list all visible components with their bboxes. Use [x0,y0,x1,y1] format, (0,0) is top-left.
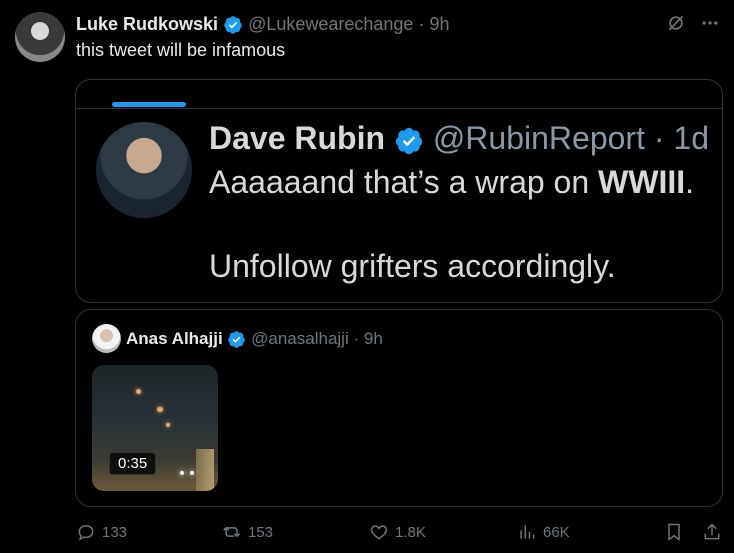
bookmark-button[interactable] [664,522,684,542]
screenshot-avatar [96,122,192,218]
views-count: 66K [543,523,570,541]
author-handle[interactable]: @Lukewearechange [248,14,413,34]
screenshot-name: Dave Rubin [209,120,386,156]
tweet-header: Luke Rudkowski @Lukewearechange · 9h [76,13,450,35]
image-divider [76,108,722,109]
quoted-tweet[interactable]: Anas Alhajji @anasalhajji · 9h 0:35 [75,309,723,507]
bookmark-icon [668,523,680,541]
tweet-time[interactable]: 9h [429,14,449,34]
reply-count: 133 [102,523,128,541]
image-tab-indicator [112,102,186,107]
screenshot-line1-prefix: Aaaaaand that’s a wrap on [209,164,599,200]
video-thumbnail[interactable]: 0:35 [92,365,218,491]
heart-icon [370,525,388,540]
share-button[interactable] [702,522,722,542]
tweet-text: this tweet will be infamous [76,40,286,60]
attached-image[interactable]: Dave Rubin @RubinReport · 1d Aaaaaand th… [75,79,723,303]
more-options-icon[interactable] [700,12,720,34]
video-streetlight-1 [180,471,184,475]
quote-avatar[interactable] [92,324,121,353]
screenshot-handle: @RubinReport [432,120,645,156]
screenshot-line2: Unfollow grifters accordingly. [209,248,616,284]
video-building [196,449,214,491]
video-streetlight-2 [190,471,194,475]
reply-button[interactable]: 133 [76,522,127,542]
like-count: 1.8K [395,523,426,541]
repost-icon [223,526,241,538]
screenshot-header: Dave Rubin @RubinReport · 1d [209,120,709,156]
top-right-actions [666,12,720,34]
quote-verified-icon [228,331,246,348]
quote-separator: · [353,329,360,348]
repost-button[interactable]: 153 [222,522,273,542]
views-button[interactable]: 66K [517,522,570,542]
screenshot-line1-suffix: . [685,164,694,200]
video-light-1 [136,389,141,394]
grok-icon[interactable] [666,12,686,34]
like-button[interactable]: 1.8K [369,522,426,542]
author-avatar[interactable] [15,12,65,62]
quote-name[interactable]: Anas Alhajji [126,329,223,348]
screenshot-verified-icon [395,127,423,154]
quote-time[interactable]: 9h [364,329,383,348]
share-icon [704,523,720,540]
video-light-2 [157,407,163,412]
verified-badge-icon [224,16,242,34]
repost-count: 153 [248,523,274,541]
video-duration: 0:35 [109,452,157,475]
video-light-3 [166,423,170,427]
quote-handle[interactable]: @anasalhajji [251,329,349,348]
quote-header: Anas Alhajji @anasalhajji · 9h [126,328,383,350]
separator-dot: · [418,14,425,34]
screenshot-separator: · [653,120,665,156]
screenshot-time: 1d [673,120,709,156]
screenshot-line1: Aaaaaand that’s a wrap on WWIII. [209,164,694,200]
views-icon [520,525,535,539]
screenshot-line1-bold: WWIII [598,164,686,200]
author-name[interactable]: Luke Rudkowski [76,14,218,34]
action-bar: 133 153 1.8K 66K [76,522,726,548]
reply-icon [78,524,94,541]
